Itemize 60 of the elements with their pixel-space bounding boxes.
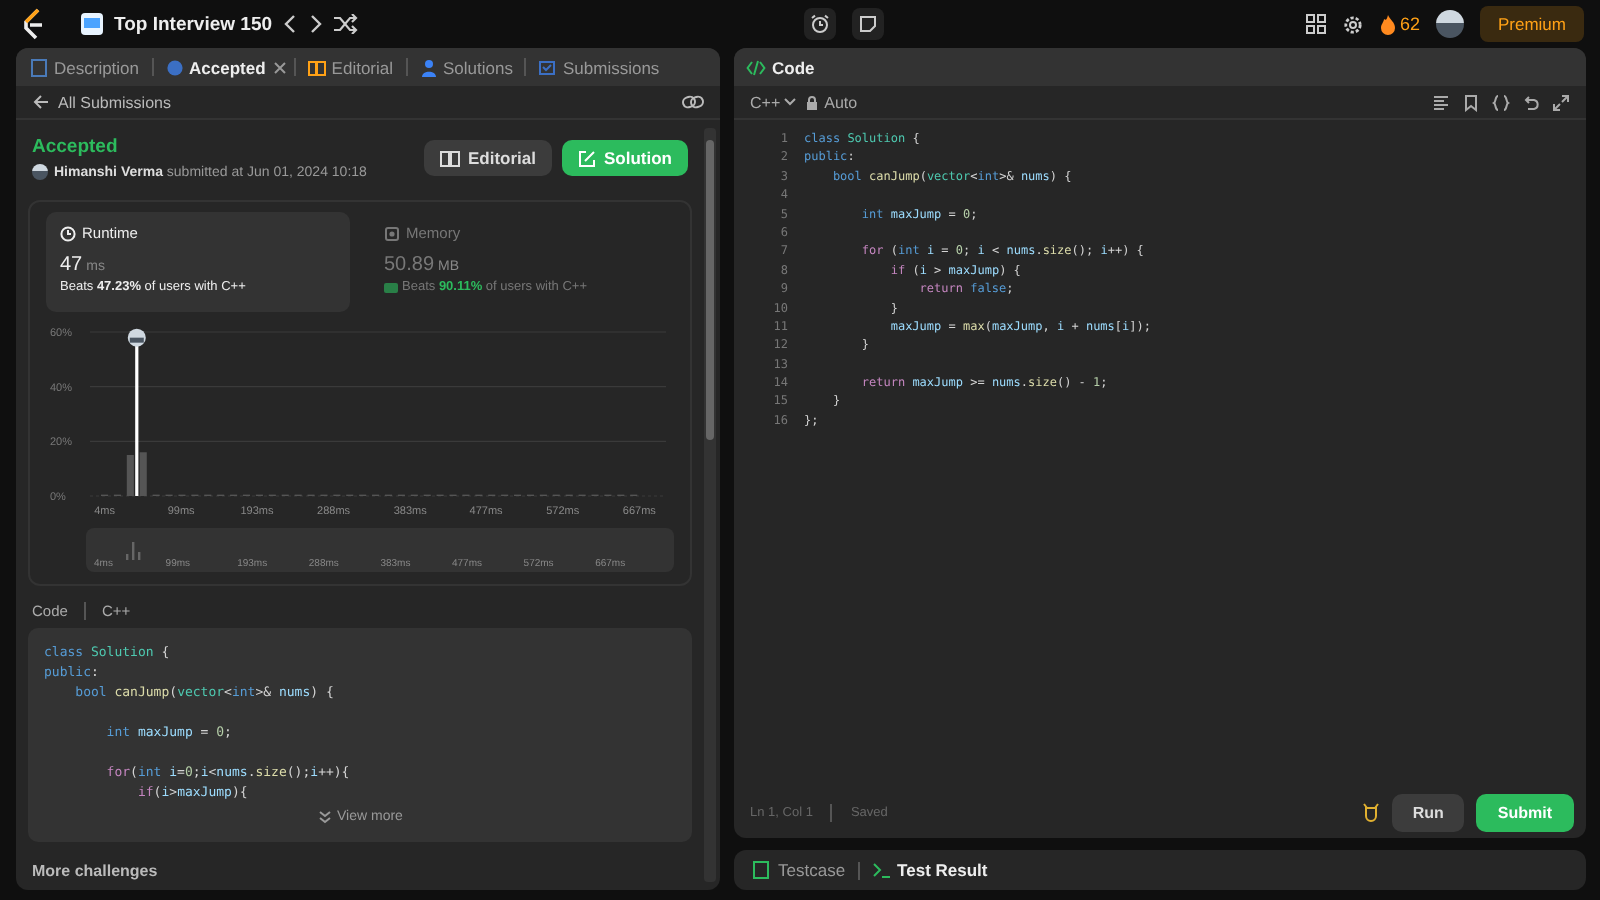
checkbox-icon <box>752 860 772 880</box>
close-icon[interactable] <box>271 59 288 75</box>
language-dropdown[interactable]: C++ <box>750 93 797 111</box>
status-text: Accepted <box>32 136 120 158</box>
book-icon <box>307 57 326 77</box>
tab[interactable]: Solutions <box>413 57 519 77</box>
flame-icon[interactable] <box>1379 13 1396 35</box>
settings-icon[interactable] <box>1341 13 1364 35</box>
link-icon[interactable] <box>682 94 704 110</box>
chevron-down-icon <box>784 98 797 106</box>
edit-icon <box>578 149 596 167</box>
note-button[interactable] <box>852 8 885 40</box>
clock-icon <box>60 225 76 241</box>
list-title[interactable]: Top Interview 150 <box>114 13 273 35</box>
note-icon <box>858 14 879 34</box>
premium-button[interactable]: Premium <box>1479 6 1584 42</box>
histogram-bar <box>139 452 147 496</box>
chip-icon <box>384 225 400 241</box>
tab[interactable]: Testcase <box>746 860 852 880</box>
mode-label: Auto <box>824 93 858 111</box>
lock-icon <box>806 95 819 109</box>
format-icon[interactable] <box>1432 93 1450 111</box>
tab[interactable]: Description <box>24 57 146 77</box>
alarm-button[interactable] <box>804 8 837 40</box>
checklist-icon <box>538 57 557 77</box>
clock-icon <box>165 57 184 77</box>
undo-icon[interactable] <box>1522 93 1540 111</box>
terminal-icon <box>871 860 892 880</box>
editorial-button[interactable]: Editorial <box>423 140 552 176</box>
person-icon <box>419 57 438 77</box>
chevron-left-icon[interactable] <box>282 14 299 34</box>
panel-title: Code <box>772 57 815 77</box>
alarm-clock-icon <box>810 14 831 34</box>
section-title: More challenges <box>30 862 160 880</box>
chevron-right-icon[interactable] <box>308 14 325 34</box>
expand-icon[interactable] <box>1552 93 1570 111</box>
book-icon <box>439 149 460 167</box>
document-icon <box>30 57 48 77</box>
debug-icon[interactable] <box>1362 802 1381 822</box>
histogram-bar <box>126 455 134 496</box>
list-icon[interactable] <box>80 12 104 36</box>
braces-icon[interactable] <box>1492 93 1510 111</box>
back-link[interactable]: All Submissions <box>58 93 171 111</box>
logo-icon[interactable] <box>20 8 48 40</box>
shuffle-icon[interactable] <box>334 14 359 34</box>
tab[interactable]: Editorial <box>301 57 400 77</box>
code-icon <box>746 59 766 75</box>
avatar-icon <box>32 164 48 180</box>
tab[interactable]: Submissions <box>532 57 666 77</box>
avatar-icon[interactable] <box>1435 10 1464 38</box>
tab[interactable]: Test Result <box>865 860 994 880</box>
bookmark-icon[interactable] <box>1462 93 1480 111</box>
chevrons-down-icon <box>317 810 332 824</box>
avatar-icon <box>127 328 146 347</box>
back-arrow-icon[interactable] <box>32 94 50 110</box>
streak-count[interactable]: 62 <box>1399 14 1420 34</box>
tab[interactable]: Accepted <box>159 57 272 77</box>
scrollbar[interactable] <box>704 128 716 882</box>
run-button[interactable]: Run <box>1392 793 1464 831</box>
grid-icon[interactable] <box>1305 14 1326 34</box>
